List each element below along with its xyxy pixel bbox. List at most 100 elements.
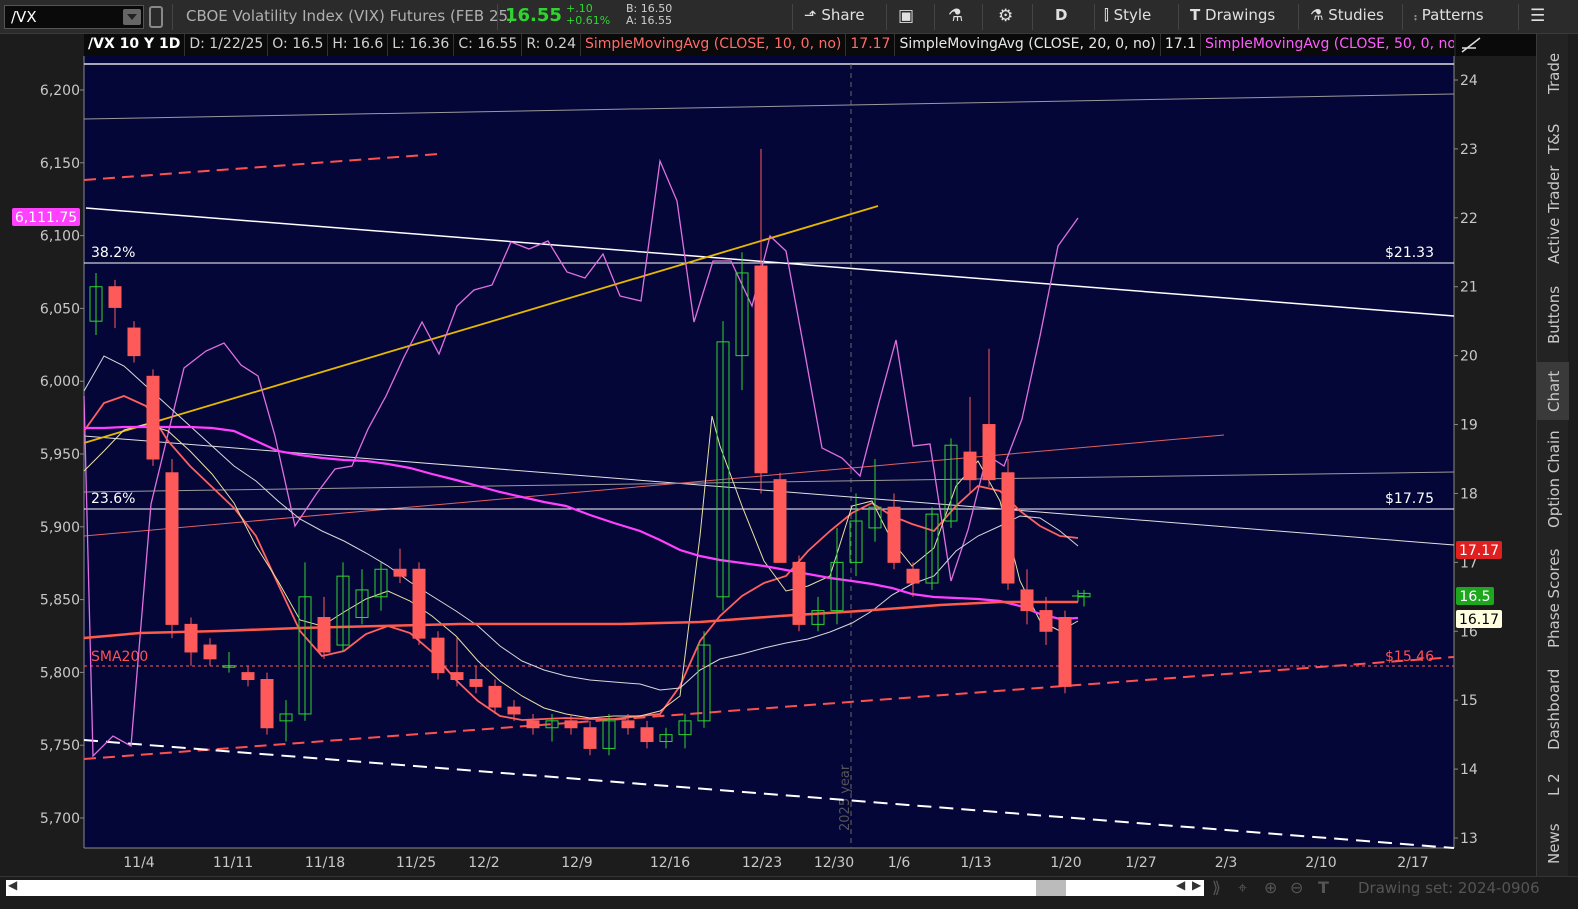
tab-option-chain[interactable]: Option Chain — [1537, 428, 1569, 534]
aggregation-button[interactable]: D — [1055, 6, 1067, 24]
candle-body — [1020, 589, 1034, 612]
left-axis-label: 5,700 — [40, 811, 80, 827]
snapshot-icon[interactable]: ▣ — [898, 6, 914, 26]
chart-toolbar: /VX CBOE Volatility Index (VIX) Futures … — [0, 0, 1578, 34]
time-axis-label: 2/10 — [1305, 855, 1336, 871]
candle-body — [1058, 616, 1072, 687]
sma50-study-label[interactable]: SimpleMovingAvg (CLOSE, 50, 0, no) — [1201, 34, 1454, 56]
candle-body — [393, 568, 407, 577]
tab-news[interactable]: News — [1537, 816, 1569, 870]
candle-body — [469, 679, 483, 687]
symbol-input[interactable]: /VX — [4, 5, 144, 29]
divider — [934, 4, 935, 30]
style-button[interactable]: ⫿ Style — [1104, 6, 1151, 24]
scroll-left-icon[interactable]: ◀ — [1176, 878, 1185, 892]
left-axis-label: 5,750 — [40, 738, 80, 754]
right-axis-label: 20 — [1460, 349, 1478, 365]
price-chart[interactable]: 6,200 6,150 6,100 6,050 6,000 5,950 5,900 5,850… — [0, 56, 1536, 876]
left-axis-label: 5,800 — [40, 665, 80, 681]
flask-icon[interactable]: ⚗ — [948, 6, 963, 26]
tab-buttons[interactable]: Buttons — [1537, 278, 1569, 350]
instrument-description: CBOE Volatility Index (VIX) Futures (FEB… — [186, 7, 514, 25]
share-button[interactable]: ⬏ Share — [804, 6, 865, 24]
ask-price: A: 16.55 — [626, 14, 673, 27]
left-price-tag: 6,111.75 — [15, 210, 77, 226]
candle-body — [963, 451, 977, 481]
patterns-button[interactable]: ⨾ Patterns — [1414, 6, 1484, 24]
time-scrollbar[interactable]: ◀ ▶ ◀ ⟫ ⌖ ⊕ ⊖ T Drawing set: 2024-0906 — [0, 876, 1578, 898]
scroll-right-icon[interactable]: ▶ — [1192, 878, 1201, 892]
left-axis-label: 5,850 — [40, 593, 80, 609]
symbol-period[interactable]: /VX 10 Y 1D — [84, 34, 186, 56]
drawings-button[interactable]: T Drawings — [1190, 6, 1275, 24]
sma50-price-tag: 16.17 — [1459, 612, 1499, 628]
tab-level2[interactable]: L 2 — [1537, 766, 1569, 802]
price-change: +.10 +0.61% — [566, 3, 610, 27]
side-panel-tabs: Trade T&S Active Trader Buttons Chart Op… — [1536, 34, 1569, 876]
right-axis-label: 23 — [1460, 142, 1478, 158]
fib-236-value: $17.75 — [1385, 491, 1434, 507]
fib-382-value: $21.33 — [1385, 245, 1434, 261]
candle-body — [640, 727, 654, 743]
patterns-icon: ⨾ — [1414, 6, 1418, 24]
sma20-study-label[interactable]: SimpleMovingAvg (CLOSE, 20, 0, no) — [895, 34, 1161, 56]
divider — [792, 4, 793, 30]
trendline-tool-icon[interactable] — [1456, 34, 1536, 56]
sma10-price-tag: 17.17 — [1459, 543, 1499, 559]
time-axis-label: 12/30 — [814, 855, 854, 871]
candle-body — [260, 679, 274, 729]
scroll-thumb[interactable] — [1036, 880, 1066, 896]
drawing-tool-area — [1456, 34, 1536, 56]
tab-phase-scores[interactable]: Phase Scores — [1537, 549, 1569, 656]
candle-body — [146, 375, 160, 460]
drawing-set[interactable]: Drawing set: 2024-0906 — [1358, 879, 1540, 897]
left-axis-label: 6,050 — [40, 301, 80, 317]
candle-body — [754, 265, 768, 474]
candle-body — [1039, 610, 1053, 632]
link-icon[interactable] — [149, 6, 163, 28]
menu-list-icon[interactable]: ☰ — [1530, 6, 1545, 26]
sma200-label: SMA200 — [91, 649, 148, 665]
left-axis-label: 5,900 — [40, 520, 80, 536]
tab-times-sales[interactable]: T&S — [1537, 112, 1569, 162]
studies-button[interactable]: ⚗ Studies — [1310, 6, 1384, 24]
time-axis-label: 1/27 — [1125, 855, 1156, 871]
candle-body — [906, 568, 920, 584]
patterns-label: Patterns — [1421, 6, 1484, 24]
gear-icon[interactable]: ⚙ — [998, 6, 1013, 26]
symbol-dropdown-icon[interactable] — [123, 9, 141, 25]
candle-body — [108, 286, 122, 308]
scroll-left-icon[interactable]: ◀ — [8, 878, 17, 892]
zoom-out-icon[interactable]: ⊖ — [1290, 878, 1303, 897]
candle-body — [773, 479, 787, 563]
candle-body — [526, 720, 540, 729]
chart-header: /VX 10 Y 1D D: 1/22/25 O: 16.5 H: 16.6 L: 16… — [84, 34, 1454, 56]
zoom-in-icon[interactable]: ⊕ — [1264, 878, 1277, 897]
tab-chart[interactable]: Chart — [1537, 362, 1569, 420]
candle-body — [127, 327, 141, 357]
candlestick-icon: ⫿ — [1104, 6, 1109, 24]
tab-dashboard[interactable]: Dashboard — [1537, 668, 1569, 754]
flask-icon: ⚗ — [1310, 6, 1324, 24]
time-axis-label: 11/25 — [396, 855, 436, 871]
scroll-track[interactable]: ◀ ▶ ◀ — [6, 878, 1204, 896]
bar-high: H: 16.6 — [328, 34, 389, 56]
crosshair-icon[interactable]: ⌖ — [1238, 878, 1247, 898]
candle-body — [241, 672, 255, 681]
text-tool-icon[interactable]: T — [1318, 878, 1329, 897]
divider — [1298, 4, 1299, 30]
candle-body — [431, 637, 445, 674]
candle-body — [621, 720, 635, 729]
time-axis-label: 1/13 — [960, 855, 991, 871]
sma20-value: 17.1 — [1161, 34, 1202, 56]
divider — [1094, 4, 1095, 30]
divider — [172, 4, 173, 30]
tab-active-trader[interactable]: Active Trader — [1537, 166, 1569, 270]
time-axis-label: 1/6 — [888, 855, 911, 871]
zoom-fit-icon[interactable]: ⟫ — [1212, 878, 1221, 897]
text-tool-icon: T — [1190, 6, 1201, 24]
sma10-study-label[interactable]: SimpleMovingAvg (CLOSE, 10, 0, no) — [581, 34, 847, 56]
tab-trade[interactable]: Trade — [1537, 44, 1569, 104]
right-axis-label: 19 — [1460, 418, 1478, 434]
time-axis-label: 12/9 — [561, 855, 592, 871]
